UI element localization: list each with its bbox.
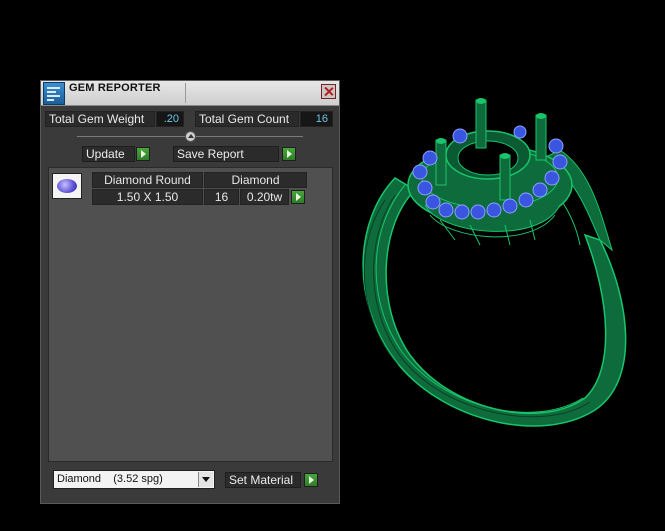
gem-count: 16 xyxy=(204,189,239,205)
gem-size: 1.50 X 1.50 xyxy=(92,189,203,205)
panel-title: GEM REPORTER xyxy=(69,82,161,94)
total-gem-weight-value: .20 xyxy=(156,111,184,127)
save-report-button[interactable]: Save Report xyxy=(173,146,279,162)
panel-titlebar[interactable]: GEM REPORTER xyxy=(41,81,339,106)
collapse-toggle-icon[interactable] xyxy=(185,131,196,142)
total-gem-count-value: 16 xyxy=(300,111,333,127)
save-report-arrow-icon[interactable] xyxy=(282,147,296,161)
gem-reporter-panel: GEM REPORTER Total Gem Weight .20 Total … xyxy=(40,80,340,504)
material-select[interactable]: Diamond (3.52 spg) xyxy=(53,470,215,489)
set-material-arrow-icon[interactable] xyxy=(304,473,318,487)
total-gem-count-label: Total Gem Count xyxy=(195,111,299,127)
round-diamond-icon xyxy=(52,173,82,199)
gem-material-header: Diamond xyxy=(204,172,307,188)
update-button[interactable]: Update xyxy=(82,146,135,162)
gem-weight: 0.20tw xyxy=(240,189,289,205)
gem-shape-header: Diamond Round xyxy=(92,172,203,188)
close-icon[interactable] xyxy=(321,84,336,99)
titlebar-divider xyxy=(185,83,186,103)
gem-list: Diamond Round Diamond 1.50 X 1.50 16 0.2… xyxy=(48,167,333,462)
update-arrow-icon[interactable] xyxy=(136,147,150,161)
gem-row-arrow-icon[interactable] xyxy=(291,190,305,204)
gem-reporter-app-icon xyxy=(43,82,65,105)
material-select-value: Diamond (3.52 spg) xyxy=(57,473,163,485)
set-material-button[interactable]: Set Material xyxy=(225,472,301,488)
chevron-down-icon[interactable] xyxy=(198,472,213,487)
ring-model xyxy=(362,98,627,427)
total-gem-weight-label: Total Gem Weight xyxy=(45,111,155,127)
